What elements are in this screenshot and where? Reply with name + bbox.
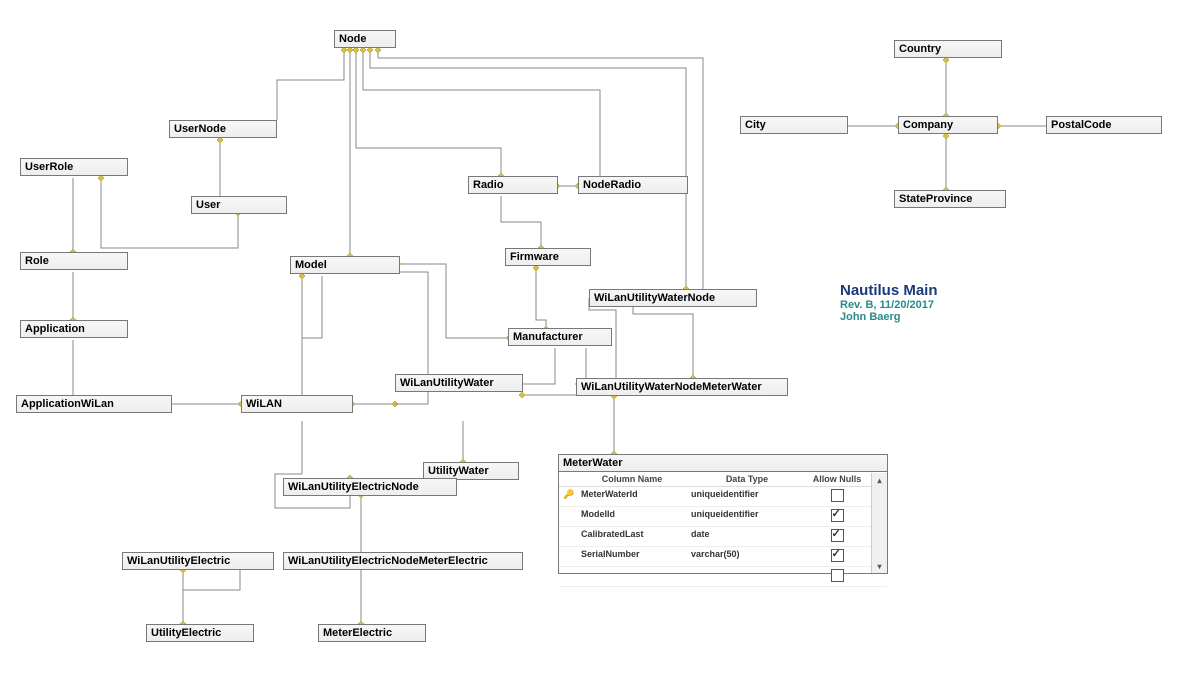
entity-role[interactable]: Role [20, 252, 128, 270]
cell-allow-nulls[interactable] [807, 567, 867, 587]
cell-allow-nulls[interactable] [807, 487, 867, 507]
entity-usernode[interactable]: UserNode [169, 120, 277, 138]
title-block: Nautilus Main Rev. B, 11/20/2017 John Ba… [840, 282, 938, 323]
diagram-canvas: Node UserNode UserRole User Role Applica… [0, 0, 1196, 684]
key-icon [559, 507, 577, 527]
cell-column-name: MeterWaterId [577, 487, 687, 507]
entity-wilanutilityelectric[interactable]: WiLanUtilityElectric [122, 552, 274, 570]
entity-manufacturer[interactable]: Manufacturer [508, 328, 612, 346]
entity-wilanutilitywaternodemeterwater[interactable]: WiLanUtilityWaterNodeMeterWater [576, 378, 788, 396]
table-row[interactable] [559, 567, 887, 587]
diagram-author: John Baerg [840, 311, 938, 323]
scroll-up-icon[interactable]: ▴ [872, 473, 887, 487]
meterwater-grid: Column Name Data Type Allow Nulls [559, 472, 887, 487]
entity-node[interactable]: Node [334, 30, 396, 48]
entity-wilanutilityelectricnodemeterelectric[interactable]: WiLanUtilityElectricNodeMeterElectric [283, 552, 523, 570]
entity-country[interactable]: Country [894, 40, 1002, 58]
entity-meterwater[interactable]: MeterWater Column Name Data Type Allow N… [558, 454, 888, 574]
entity-meterelectric[interactable]: MeterElectric [318, 624, 426, 642]
cell-data-type: uniqueidentifier [687, 507, 807, 527]
key-icon [559, 527, 577, 547]
entity-user[interactable]: User [191, 196, 287, 214]
entity-wilan[interactable]: WiLAN [241, 395, 353, 413]
entity-wilanutilityelectricnode[interactable]: WiLanUtilityElectricNode [283, 478, 457, 496]
cell-data-type: uniqueidentifier [687, 487, 807, 507]
col-header-type: Data Type [687, 472, 807, 487]
key-icon [559, 567, 577, 587]
entity-wilanutilitywaternode[interactable]: WiLanUtilityWaterNode [589, 289, 757, 307]
cell-data-type [687, 567, 807, 587]
cell-column-name [577, 567, 687, 587]
table-row[interactable]: 🔑MeterWaterIduniqueidentifier [559, 487, 887, 507]
meterwater-scrollbar[interactable]: ▴ ▾ [871, 473, 887, 573]
cell-column-name: ModelId [577, 507, 687, 527]
entity-wilanutilitywater[interactable]: WiLanUtilityWater [395, 374, 523, 392]
cell-allow-nulls[interactable] [807, 547, 867, 567]
diagram-title: Nautilus Main [840, 282, 938, 299]
table-row[interactable]: ModelIduniqueidentifier [559, 507, 887, 527]
cell-column-name: CalibratedLast [577, 527, 687, 547]
table-row[interactable]: SerialNumbervarchar(50) [559, 547, 887, 567]
entity-postalcode[interactable]: PostalCode [1046, 116, 1162, 134]
entity-noderadio[interactable]: NodeRadio [578, 176, 688, 194]
entity-userrole[interactable]: UserRole [20, 158, 128, 176]
diagram-revision: Rev. B, 11/20/2017 [840, 299, 938, 311]
entity-radio[interactable]: Radio [468, 176, 558, 194]
col-header-name: Column Name [577, 472, 687, 487]
entity-company[interactable]: Company [898, 116, 998, 134]
entity-application[interactable]: Application [20, 320, 128, 338]
scroll-down-icon[interactable]: ▾ [872, 559, 887, 573]
cell-allow-nulls[interactable] [807, 507, 867, 527]
col-header-nulls: Allow Nulls [807, 472, 867, 487]
cell-data-type: varchar(50) [687, 547, 807, 567]
cell-allow-nulls[interactable] [807, 527, 867, 547]
entity-meterwater-header: MeterWater [559, 455, 887, 472]
entity-firmware[interactable]: Firmware [505, 248, 591, 266]
entity-model[interactable]: Model [290, 256, 400, 274]
entity-applicationwilan[interactable]: ApplicationWiLan [16, 395, 172, 413]
entity-utilityelectric[interactable]: UtilityElectric [146, 624, 254, 642]
cell-data-type: date [687, 527, 807, 547]
entity-stateprovince[interactable]: StateProvince [894, 190, 1006, 208]
key-icon [559, 547, 577, 567]
entity-city[interactable]: City [740, 116, 848, 134]
cell-column-name: SerialNumber [577, 547, 687, 567]
key-icon: 🔑 [559, 487, 577, 507]
table-row[interactable]: CalibratedLastdate [559, 527, 887, 547]
